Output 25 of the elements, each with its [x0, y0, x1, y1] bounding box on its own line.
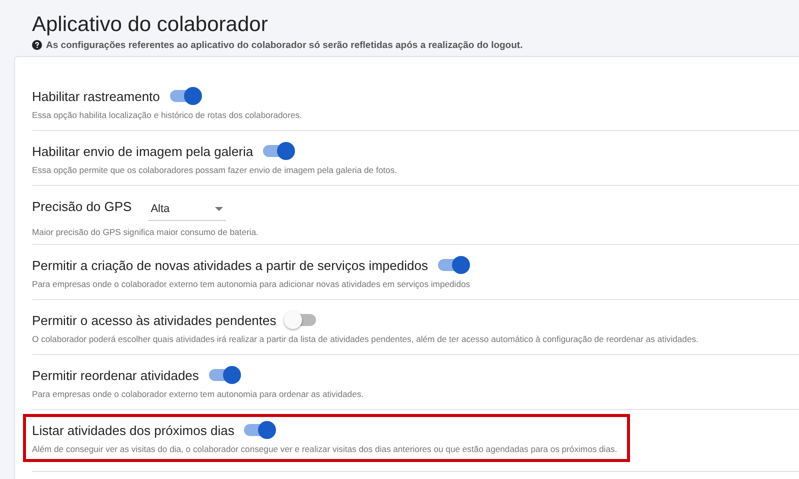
setting-label: Listar atividades dos próximos dias: [32, 422, 234, 438]
setting-description: Essa opção permite que os colaboradores possam fazer envio de imagem pela galeria de fotos.: [32, 164, 398, 176]
toggle-switch[interactable]: [208, 369, 239, 381]
setting-label: Habilitar rastreamento: [32, 88, 160, 104]
caret-icon: [214, 206, 223, 210]
setting-label: Precisão do GPS: [32, 198, 132, 214]
setting-label: Permitir reordenar atividades: [32, 368, 199, 382]
help-icon: [32, 40, 42, 50]
setting-description: O colaborador poderá escolher quais atividades irá realizar a partir da lista de atividades pendentes, além de ter acesso automático à configuração de reordenar as atividades.: [32, 333, 700, 345]
setting-description: Maior precisão do GPS significa maior consumo de bateria.: [32, 226, 260, 238]
toggle-switch[interactable]: [263, 145, 294, 157]
toggle-switch[interactable]: [170, 90, 200, 102]
page-title: Aplicativo do colaborador: [31, 12, 269, 38]
setting-description: Para empresas onde o colaborador externo tem autonomia para ordenar as atividades.: [32, 388, 365, 400]
setting-label: Habilitar envio de imagem pela galeria: [32, 144, 254, 158]
toggle-switch[interactable]: [286, 314, 316, 326]
setting-description: Para empresas onde o colaborador externo tem autonomia para adicionar novas atividades em serviços impedidos: [32, 278, 472, 290]
info-note: As configurações referentes ao aplicativo do colaborador só serão refletidas após a realização do logout.: [46, 40, 523, 50]
setting-label: Permitir a criação de novas atividades a partir de serviços impedidos: [32, 258, 428, 272]
setting-label: Permitir o acesso às atividades pendentes: [32, 312, 276, 328]
toggle-switch[interactable]: [244, 424, 274, 436]
select-field[interactable]: Alta: [148, 198, 226, 220]
setting-description: Além de conseguir ver as visitas do dia, o colaborador consegue ver e realizar visitas dos dias anteriores ou que estão agendadas para os próximos dias.: [32, 443, 618, 455]
toggle-switch[interactable]: [438, 259, 468, 271]
setting-description: Essa opção habilita localização e histórico de rotas dos colaboradores.: [32, 109, 303, 121]
